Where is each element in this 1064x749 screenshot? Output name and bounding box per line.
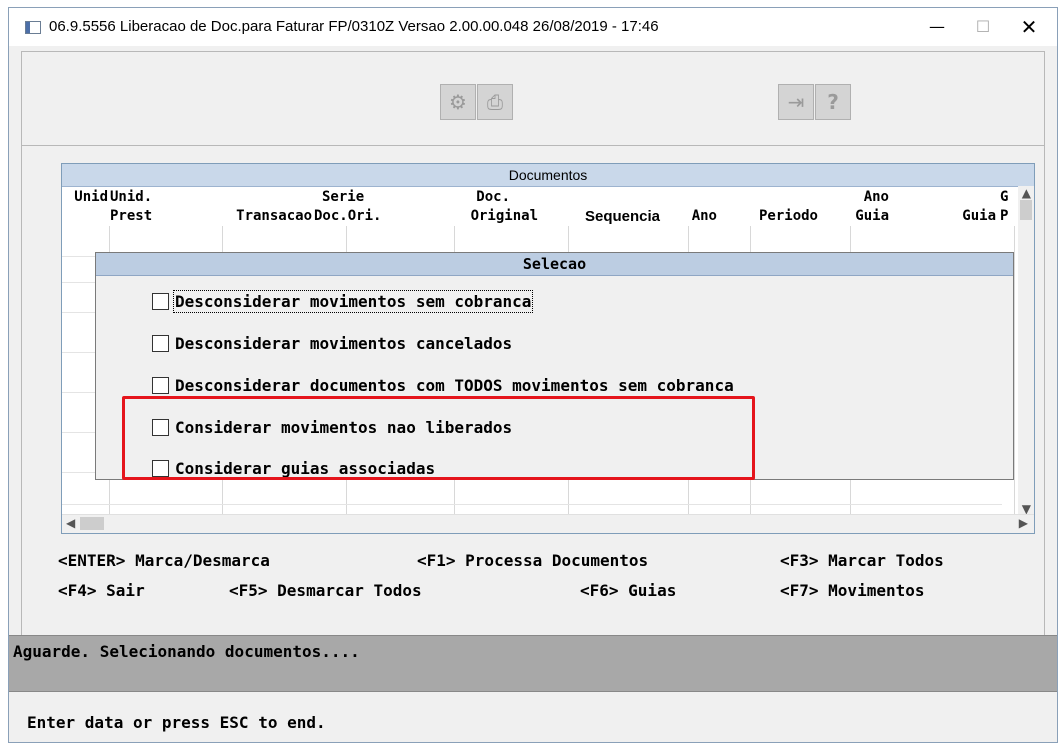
col-header-doc-original[interactable]: Doc. Original — [398, 188, 538, 226]
gears-icon[interactable]: ⚙ — [440, 84, 476, 120]
col-header-periodo[interactable]: Periodo — [718, 188, 818, 226]
printer-icon[interactable]: ⎙ — [477, 84, 513, 120]
col-header-unid[interactable]: Unid — [62, 188, 108, 207]
col-header-ano[interactable]: Ano — [672, 188, 717, 226]
scroll-up-icon[interactable]: ▲ — [1022, 186, 1031, 200]
col-header-guia[interactable]: Guia — [902, 188, 996, 226]
app-icon — [25, 21, 41, 34]
selecao-dialog: Selecao Desconsiderar movimentos sem cob… — [95, 252, 1014, 480]
checkbox[interactable] — [152, 292, 169, 310]
status-message: Aguarde. Selecionando documentos.... — [13, 642, 360, 661]
key-hint-f6: <F6> Guias — [580, 581, 677, 600]
checkbox[interactable] — [152, 376, 169, 394]
close-button[interactable]: ✕ — [1006, 8, 1052, 46]
vertical-scrollbar[interactable]: ▲ ▼ — [1018, 186, 1034, 516]
key-hint-f7: <F7> Movimentos — [780, 581, 925, 600]
application-window: 06.9.5556 Liberacao de Doc.para Faturar … — [8, 7, 1058, 743]
option-desconsiderar-sem-cobranca[interactable]: Desconsiderar movimentos sem cobranca — [152, 289, 534, 313]
grid-col-divider — [1014, 226, 1015, 518]
horizontal-scroll-thumb[interactable] — [80, 517, 104, 530]
highlight-box — [122, 396, 755, 480]
help-icon[interactable]: ? — [815, 84, 851, 120]
col-header-transacao[interactable]: Transacao — [152, 188, 312, 226]
dialog-title: Selecao — [96, 253, 1013, 276]
key-hint-enter: <ENTER> Marca/Desmarca — [58, 551, 270, 570]
minimize-button[interactable]: — — [914, 8, 960, 46]
horizontal-scrollbar[interactable]: ◀ ▶ — [62, 514, 1034, 533]
input-prompt: Enter data or press ESC to end. — [27, 713, 326, 732]
col-header-g-p[interactable]: G P — [1000, 188, 1014, 226]
key-hint-f1: <F1> Processa Documentos — [417, 551, 649, 570]
main-content: Documentos Unid Unid. Prest Transacao Se… — [21, 146, 1045, 635]
grid-row-divider — [62, 504, 1002, 505]
key-hint-f3: <F3> Marcar Todos — [780, 551, 944, 570]
col-header-sequencia[interactable]: Sequencia — [540, 188, 660, 226]
scroll-right-icon[interactable]: ▶ — [1019, 516, 1028, 530]
col-header-ano-guia[interactable]: Ano Guia — [819, 188, 889, 226]
title-bar: 06.9.5556 Liberacao de Doc.para Faturar … — [9, 8, 1057, 46]
key-hint-f5: <F5> Desmarcar Todos — [229, 581, 422, 600]
option-desconsiderar-cancelados[interactable]: Desconsiderar movimentos cancelados — [152, 332, 512, 354]
option-label: Desconsiderar movimentos cancelados — [175, 333, 513, 353]
window-title: 06.9.5556 Liberacao de Doc.para Faturar … — [49, 18, 659, 35]
vertical-scroll-thumb[interactable] — [1020, 200, 1032, 220]
toolbar: ⚙ ⎙ ⇥ ? — [21, 51, 1045, 146]
option-desconsiderar-todos-sem-cobranca[interactable]: Desconsiderar documentos com TODOS movim… — [152, 374, 734, 396]
exit-icon[interactable]: ⇥ — [778, 84, 814, 120]
key-hint-f4: <F4> Sair — [58, 581, 145, 600]
maximize-button[interactable]: ☐ — [960, 8, 1006, 46]
option-label: Desconsiderar documentos com TODOS movim… — [175, 375, 734, 395]
option-label: Desconsiderar movimentos sem cobranca — [172, 289, 534, 313]
checkbox[interactable] — [152, 334, 169, 352]
scroll-left-icon[interactable]: ◀ — [66, 516, 75, 530]
grid-title: Documentos — [62, 164, 1034, 187]
status-bar: Aguarde. Selecionando documentos.... — [9, 635, 1057, 692]
